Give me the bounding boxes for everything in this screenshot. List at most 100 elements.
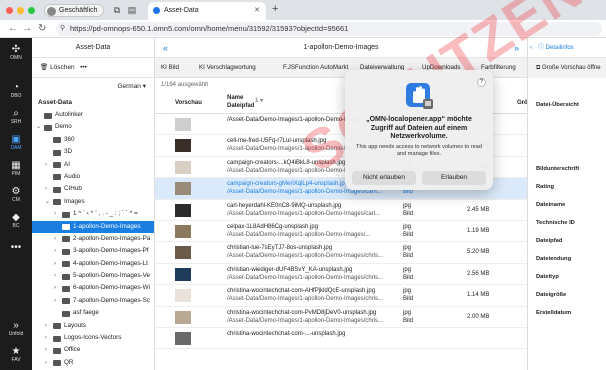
back-icon[interactable]: ←	[8, 23, 18, 34]
rail-item-srh[interactable]: ⌕ SRH	[0, 108, 32, 125]
chevron-right-icon[interactable]: ›	[45, 159, 51, 171]
tree-node[interactable]: › QR	[32, 357, 154, 369]
folder-icon	[62, 248, 70, 255]
chevron-right-icon[interactable]: ›	[45, 344, 51, 356]
detail-field-label: Datei-Übersicht	[536, 102, 579, 108]
tree-node[interactable]: › 6-apollon-Demo-Images-Wi	[32, 282, 154, 294]
thumbnail-image	[175, 139, 191, 153]
table-row[interactable]: christina-wocintechchat-com-...-unsplash…	[155, 328, 527, 350]
col-name[interactable]: Name	[227, 95, 243, 101]
help-button[interactable]: ?	[477, 78, 486, 87]
delete-icon[interactable]: 🗑	[40, 64, 50, 71]
col-preview[interactable]: Vorschau	[175, 100, 202, 106]
forward-icon[interactable]: →	[22, 23, 32, 34]
col-path[interactable]: Dateipfad	[227, 103, 254, 109]
chevron-right-icon[interactable]: ›	[45, 183, 51, 195]
tab-title: Asset-Data	[164, 7, 199, 14]
file-size: 1.14 MB	[467, 292, 490, 299]
chevron-down-icon[interactable]: ⌄	[36, 121, 42, 133]
chevron-right-icon[interactable]: ›	[54, 208, 60, 220]
rail-item-fav[interactable]: ★ FAV	[0, 346, 32, 363]
tab-group-icon[interactable]: ▤	[127, 4, 137, 16]
rail-item-dam[interactable]: ▣ DAM	[0, 134, 32, 151]
preview-button[interactable]: ⧉ Große Vorschau öffne	[528, 58, 606, 78]
tree-node[interactable]: › 5-apollon-Demo-Images-Ve	[32, 270, 154, 282]
tree-node[interactable]: ⌄ Demo	[32, 121, 154, 133]
rail-item-cm[interactable]: ⚙ CM	[0, 186, 32, 203]
tree-root[interactable]: Asset-Data	[32, 96, 154, 109]
tree-node[interactable]: 360	[32, 134, 154, 146]
chevron-right-icon[interactable]: ›	[54, 270, 60, 282]
collapse-right-icon[interactable]: »	[514, 38, 519, 58]
close-window-button[interactable]	[6, 7, 13, 14]
chevron-right-icon[interactable]: ›	[45, 357, 51, 369]
chevron-down-icon[interactable]: ⌄	[45, 196, 51, 208]
reload-icon[interactable]: ↻	[38, 23, 46, 34]
omn-logo[interactable]: ✣ OMN	[0, 44, 32, 61]
rail-item-more[interactable]: •••	[0, 242, 32, 253]
table-row[interactable]: christian-wiediger-dUF4BSvY_KA-unsplash.…	[155, 264, 527, 286]
tree-node[interactable]: › Logos-Icons-Vectors	[32, 332, 154, 344]
chevron-right-icon[interactable]: ›	[45, 332, 51, 344]
tree-node[interactable]: › 7-apollon-Demo-Images-Sc	[32, 295, 154, 307]
tree-node[interactable]: › AI	[32, 159, 154, 171]
chevron-right-icon[interactable]: ›	[54, 245, 60, 257]
ki-verschlagwortung-button[interactable]: KI Verschlagwortung	[199, 58, 256, 77]
tab-asset-data[interactable]: Asset-Data ✕	[148, 2, 266, 20]
new-tab-icon[interactable]: +	[272, 3, 278, 15]
close-tab-icon[interactable]: ✕	[254, 2, 260, 20]
table-row[interactable]: christian-lue-7sEyTJ7-8os-unsplash.jpg/A…	[155, 242, 527, 264]
rail-item-bc[interactable]: ◆ BC	[0, 212, 32, 229]
sort-icon[interactable]: 1 ▾	[255, 97, 263, 104]
table-row[interactable]: christina-wocintechchat-com-PvMD8jDeV0-u…	[155, 307, 527, 328]
chevron-right-icon[interactable]: ›	[54, 233, 60, 245]
maximize-window-button[interactable]	[28, 7, 35, 14]
chevron-right-icon[interactable]: ›	[54, 282, 60, 294]
tree-node[interactable]: Autolinker	[32, 109, 154, 121]
chevron-right-icon[interactable]: ›	[54, 258, 60, 270]
chevron-right-icon[interactable]: ›	[45, 320, 51, 332]
automarkt-button[interactable]: F.JSFunction AutoMarkt	[283, 58, 348, 77]
detail-field-label: Dateityp	[536, 274, 559, 280]
tree-node[interactable]: › CIHub	[32, 183, 154, 195]
tree-node[interactable]: › Layouts	[32, 320, 154, 332]
tree-node[interactable]: › 3-apollon-Demo-Images-Pf	[32, 245, 154, 257]
tree-node[interactable]: 1-apollon-Demo-Images	[32, 220, 154, 233]
more-options-icon[interactable]: •••	[80, 64, 87, 71]
language-select[interactable]: German ▾	[32, 78, 154, 96]
tree-nodes: Autolinker ⌄ Demo 360 3D › AI Audio › CIHub ⌄ Image…	[32, 109, 154, 369]
tree-node[interactable]: › 2-apollon-Demo-Images-Pa	[32, 233, 154, 245]
rail-item-unfold[interactable]: » Unfold	[0, 320, 32, 337]
tab-overview-icon[interactable]: ⧉	[112, 4, 122, 16]
tree-node[interactable]: ⌄ Images	[32, 196, 154, 208]
url-field[interactable]: ⚲ https://pd-omnops-650.1.omn5.com/omn/ho…	[56, 22, 602, 36]
thumbnail-image	[175, 310, 191, 324]
profile-button[interactable]: Geschäftlich	[44, 4, 104, 17]
tree-node-label: 4-apollon-Demo-Images-Lt	[73, 259, 148, 267]
tree-node[interactable]: › 4-apollon-Demo-Images-Lt	[32, 258, 154, 270]
site-info-icon[interactable]: ⚲	[60, 22, 65, 36]
minimize-window-button[interactable]	[17, 7, 24, 14]
file-size: 2.45 MB	[467, 206, 490, 213]
tree-node[interactable]: 3D	[32, 146, 154, 158]
table-row[interactable]: celpax-1L8AdH86Cg-unsplash.jpg/Asset-Dat…	[155, 221, 527, 243]
ki-bild-button[interactable]: KI Bild	[161, 58, 179, 77]
table-row[interactable]: christina-wocintechchat-com-AHfPjkldQcE-…	[155, 285, 527, 307]
delete-button[interactable]: Löschen	[50, 64, 75, 71]
tree-node[interactable]: asf faege	[32, 307, 154, 319]
tree-node-label: 7-apollon-Demo-Images-Sc	[73, 296, 150, 304]
deny-button[interactable]: Nicht erlauben	[352, 171, 416, 185]
rail-item-dbo[interactable]: ◔ DBO	[0, 82, 32, 99]
tree-node-label: CIHub	[64, 185, 82, 193]
tree-node[interactable]: Audio	[32, 171, 154, 183]
tree-node[interactable]: › 1 ^ ´ ‹ * ¨ , . - _ : ; ´ ` ^ =	[32, 208, 154, 220]
permission-dialog: ? „OMN-localopener.app“ möchte Zugriff a…	[345, 70, 493, 190]
dam-icon: ▣	[11, 134, 21, 145]
tree-node[interactable]: › Office	[32, 344, 154, 356]
allow-button[interactable]: Erlauben	[422, 171, 486, 185]
table-row[interactable]: carl-heyerdahl-KE0nC8-9iMQ-unsplash.jpg /…	[155, 200, 527, 221]
collapse-left-icon[interactable]: ‹	[530, 38, 532, 57]
chevron-right-icon[interactable]: ›	[54, 295, 60, 307]
collapse-left-icon[interactable]: «	[163, 38, 168, 58]
rail-item-pim[interactable]: ▦ PIM	[0, 160, 32, 177]
